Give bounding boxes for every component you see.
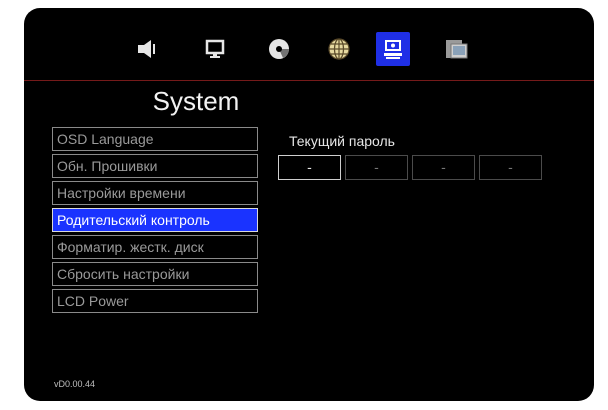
- speaker-icon[interactable]: [130, 32, 164, 66]
- current-password-label: Текущий пароль: [289, 133, 395, 149]
- password-digit-3[interactable]: -: [412, 155, 475, 180]
- password-input-group: - - - -: [278, 155, 542, 180]
- password-digit-2[interactable]: -: [345, 155, 408, 180]
- page-title: System: [152, 86, 240, 116]
- globe-icon[interactable]: [322, 32, 356, 66]
- photo-media-icon[interactable]: [440, 32, 474, 66]
- menu-item-osd-language[interactable]: OSD Language: [52, 127, 258, 151]
- menu-item-reset-settings[interactable]: Сбросить настройки: [52, 262, 258, 286]
- settings-menu: OSD Language Обн. Прошивки Настройки вре…: [52, 127, 258, 316]
- password-digit-4[interactable]: -: [479, 155, 542, 180]
- header-divider: [24, 80, 594, 81]
- tv-screen: System OSD Language Обн. Прошивки Настро…: [24, 8, 594, 401]
- firmware-version: vD0.00.44: [54, 379, 96, 389]
- computer-settings-icon[interactable]: [376, 32, 410, 66]
- menu-item-lcd-power[interactable]: LCD Power: [52, 289, 258, 313]
- menu-item-format-hdd[interactable]: Форматир. жестк. диск: [52, 235, 258, 259]
- menu-item-time-settings[interactable]: Настройки времени: [52, 181, 258, 205]
- top-icon-bar: [24, 8, 594, 83]
- menu-item-firmware-update[interactable]: Обн. Прошивки: [52, 154, 258, 178]
- password-digit-1[interactable]: -: [278, 155, 341, 180]
- disc-icon[interactable]: [262, 32, 296, 66]
- menu-item-parental-control[interactable]: Родительский контроль: [52, 208, 258, 232]
- monitor-icon[interactable]: [198, 32, 232, 66]
